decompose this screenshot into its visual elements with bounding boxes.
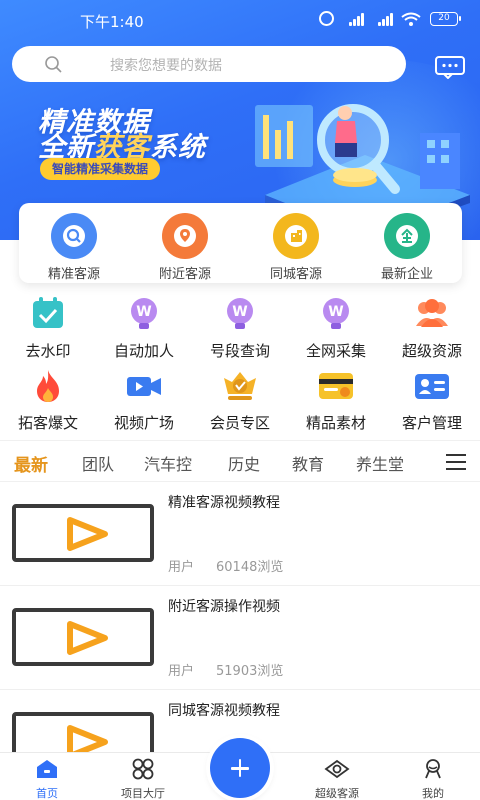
quick-action-precise-leads[interactable]: 精准客源: [19, 213, 129, 282]
grid-item-viral-articles[interactable]: 拓客爆文: [0, 368, 96, 433]
quick-action-new-enterprise[interactable]: 最新企业: [352, 213, 462, 282]
tab-education[interactable]: 教育: [292, 451, 324, 475]
tab-car[interactable]: 汽车控: [144, 451, 192, 475]
vip-badge-icon: [224, 372, 256, 400]
quick-action-label: 同城客源: [269, 267, 322, 282]
grid-label: 超级资源: [401, 342, 462, 360]
banner-tag[interactable]: 智能精准采集数据: [40, 158, 161, 180]
building-icon: [273, 213, 319, 259]
video-views: 51903浏览: [216, 664, 284, 679]
video-user: 用户: [168, 560, 195, 575]
contact-card-icon: [415, 374, 449, 399]
grid-label: 全网采集: [305, 342, 366, 360]
grid-label: 视频广场: [113, 414, 174, 432]
calendar-check-icon: [33, 297, 63, 328]
grid-item-auto-add[interactable]: W 自动加人: [96, 296, 192, 361]
nav-label: 超级客源: [315, 787, 359, 800]
nav-label: 项目大厅: [121, 787, 165, 800]
grid-item-web-collect[interactable]: W 全网采集: [288, 296, 384, 361]
signal-icon: [372, 12, 393, 26]
svg-text:W: W: [136, 304, 151, 320]
status-time: 下午1:40: [80, 13, 144, 31]
nav-projects[interactable]: 项目大厅: [98, 757, 188, 800]
nav-label: 首页: [36, 787, 58, 800]
banner-headline-2b: 系统: [150, 132, 206, 163]
list-item[interactable]: 精准客源视频教程 用户 60148浏览: [0, 482, 480, 586]
quick-action-label: 精准客源: [47, 267, 100, 282]
grid-apps-icon: [132, 758, 154, 780]
grid-item-premium-material[interactable]: 精品素材: [288, 368, 384, 433]
search-icon: [45, 56, 62, 73]
svg-text:W: W: [232, 304, 247, 320]
search-icon: [51, 213, 97, 259]
wechat-bulb-icon: W: [227, 298, 253, 329]
grid-item-number-query[interactable]: W 号段查询: [192, 296, 288, 361]
home-icon: [37, 760, 57, 778]
battery-icon: 20: [430, 11, 461, 26]
video-thumbnail[interactable]: [12, 608, 154, 666]
video-user: 用户: [168, 664, 195, 679]
grid-item-video-plaza[interactable]: 视频广场: [96, 368, 192, 433]
quick-actions-card: 精准客源 附近客源 同城客源 最新企业: [19, 203, 462, 283]
quick-action-nearby-leads[interactable]: 附近客源: [130, 213, 240, 282]
message-icon[interactable]: [434, 55, 466, 79]
quick-action-label: 附近客源: [158, 267, 211, 282]
grid-label: 客户管理: [401, 414, 462, 432]
grid-label: 精品素材: [305, 414, 366, 432]
play-icon: [67, 517, 108, 551]
people-icon: [416, 299, 448, 327]
fire-icon: [37, 370, 59, 402]
grid-label: 号段查询: [209, 342, 270, 360]
search-placeholder: 搜索您想要的数据: [110, 58, 222, 74]
grid-label: 自动加人: [113, 342, 174, 360]
nav-home[interactable]: 首页: [2, 757, 92, 800]
wifi-icon: [401, 12, 421, 26]
tab-history[interactable]: 历史: [228, 451, 260, 475]
quick-action-label: 最新企业: [380, 267, 433, 282]
video-thumbnail[interactable]: [12, 504, 154, 562]
video-views: 60148浏览: [216, 560, 284, 575]
eye-icon: [324, 759, 350, 779]
grid-item-remove-watermark[interactable]: 去水印: [0, 296, 96, 361]
search-input[interactable]: 搜索您想要的数据: [12, 46, 406, 82]
play-icon: [67, 725, 108, 752]
status-bar: 下午1:40 20: [0, 0, 480, 40]
grid-label: 拓客爆文: [17, 414, 78, 432]
category-tabs: 最新 团队 汽车控 历史 教育 养生堂: [0, 440, 480, 482]
user-icon: [425, 759, 441, 779]
grid-label: 会员专区: [209, 414, 270, 432]
play-icon: [67, 621, 108, 655]
tab-team[interactable]: 团队: [82, 451, 114, 475]
add-button[interactable]: [210, 738, 270, 798]
video-camera-icon: [127, 377, 161, 396]
tab-latest[interactable]: 最新: [14, 451, 48, 476]
svg-text:W: W: [328, 304, 343, 320]
tab-health[interactable]: 养生堂: [356, 451, 404, 475]
video-thumbnail[interactable]: [12, 712, 154, 752]
enterprise-icon: [384, 213, 430, 259]
location-icon: [162, 213, 208, 259]
nav-label: 我的: [422, 787, 444, 800]
grid-item-vip-zone[interactable]: 会员专区: [192, 368, 288, 433]
grid-item-customer-management[interactable]: 客户管理: [384, 368, 480, 433]
wechat-bulb-icon: W: [131, 298, 157, 329]
grid-item-super-resources[interactable]: 超级资源: [384, 296, 480, 361]
alarm-icon: [319, 11, 334, 26]
list-item[interactable]: 附近客源操作视频 用户 51903浏览: [0, 586, 480, 690]
video-title: 附近客源操作视频: [168, 599, 280, 615]
material-icon: [319, 373, 353, 399]
tab-menu-icon[interactable]: [446, 454, 466, 470]
video-title: 精准客源视频教程: [168, 495, 280, 511]
status-icons: 20: [319, 11, 461, 26]
quick-action-city-leads[interactable]: 同城客源: [241, 213, 351, 282]
video-title: 同城客源视频教程: [168, 703, 280, 719]
nav-super-leads[interactable]: 超级客源: [292, 757, 382, 800]
plus-icon: [238, 759, 242, 777]
signal-icon: [343, 12, 364, 26]
grid-label: 去水印: [25, 342, 71, 360]
wechat-bulb-icon: W: [323, 298, 349, 329]
nav-profile[interactable]: 我的: [388, 757, 478, 800]
